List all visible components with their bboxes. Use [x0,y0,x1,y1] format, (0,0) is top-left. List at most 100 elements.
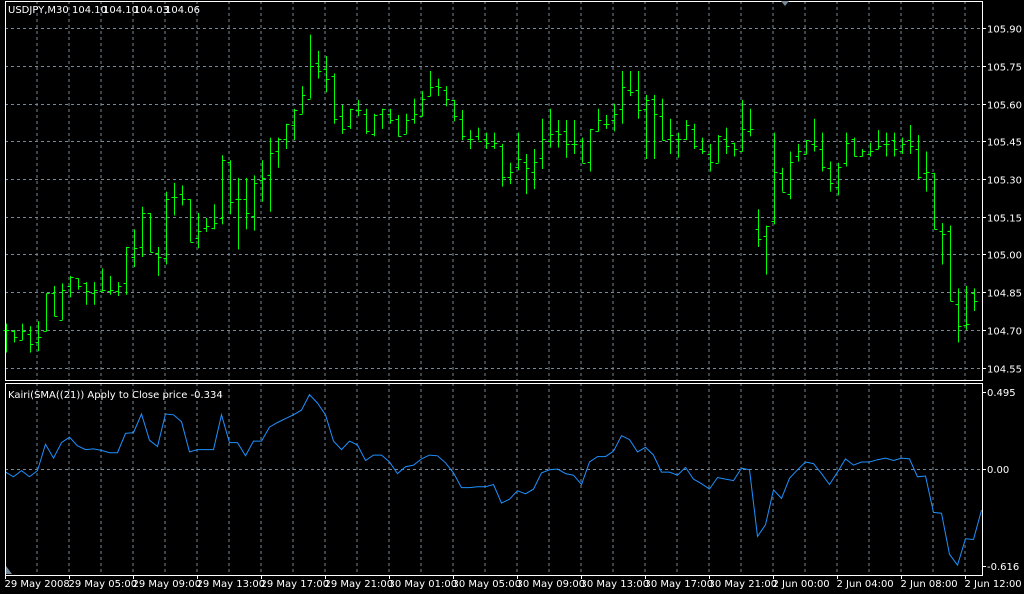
ohlc-bar [731,142,738,157]
chart-header-low: 104.03 [134,5,169,16]
time-label: 29 May 09:00 [133,579,202,590]
ohlc-bar [859,148,866,157]
time-label: 30 May 17:00 [645,579,714,590]
ohlc-bar [483,132,490,149]
ohlc-bar [587,128,594,172]
ohlc-bar [219,155,226,225]
pane-corner-marker-icon [6,566,12,574]
ohlc-bar [763,225,770,275]
ohlc-bar [51,285,58,317]
ohlc-bar [339,104,346,134]
ohlc-bar [11,329,18,343]
ohlc-bar [931,172,938,230]
ohlc-bar [99,268,106,292]
time-label: 29 May 05:00 [69,579,138,590]
ohlc-bar [475,127,482,142]
ohlc-bar [243,177,250,230]
ohlc-bar [635,71,642,119]
ohlc-bar [739,99,746,152]
ohlc-bar [571,120,578,154]
pane-frames [5,1,983,576]
chart-window[interactable]: 105.90 105.75 105.60 105.45 105.30 105.15 105.… [0,0,1024,594]
ohlc-bar [235,177,242,250]
ohlc-bar [419,91,426,117]
ohlc-bar [811,118,818,152]
price-label: 105.15 [987,214,1022,225]
ohlc-bar [787,151,794,200]
ohlc-bar [595,108,602,132]
ohlc-bar [211,204,218,230]
time-label: 29 May 13:00 [197,579,266,590]
ohlc-bar [851,137,858,157]
ohlc-bar [515,132,522,171]
ohlc-bar [971,288,978,312]
ohlc-bar [403,113,410,135]
ohlc-bar [499,143,506,187]
ohlc-bar [875,130,882,150]
ohlc-bar [627,71,634,97]
ohlc-bar [899,137,906,154]
ohlc-bar [227,160,234,215]
ohlc-bar [67,275,74,298]
price-label: 104.55 [987,365,1022,376]
ohlc-bar [371,113,378,137]
price-label: 105.00 [987,251,1022,262]
ohlc-bar [171,182,178,216]
chart-header-symbol: USDJPY,M30 [8,5,69,16]
ohlc-bar [27,326,34,353]
ohlc-bar [603,115,610,129]
ohlc-bar [523,153,530,195]
chart-header-high: 104.10 [103,5,138,16]
time-label: 30 May 13:00 [581,579,650,590]
ohlc-bar [955,288,962,343]
ohlc-bar [691,123,698,149]
ohlc-bar [283,123,290,149]
time-label: 30 May 01:00 [389,579,458,590]
ohlc-bar [347,108,354,129]
ohlc-bar [139,206,146,258]
ohlc-bar [915,135,922,180]
grid [5,1,982,575]
time-label: 29 May 2008 [5,579,70,590]
ohlc-bar [35,321,42,352]
ohlc-bar [699,137,706,154]
ohlc-bar [115,282,122,296]
main-pane-frame [5,1,983,381]
ohlc-bar [619,71,626,124]
ohlc-bar [179,185,186,206]
ohlc-bar [355,99,362,117]
ohlc-bar [251,175,258,231]
ohlc-bar [755,209,762,247]
ohlc-bar [563,120,570,158]
chart-header-close: 104.06 [165,5,200,16]
ohlc-bar [411,98,418,124]
ohlc-bar [315,50,322,79]
price-label: 104.85 [987,289,1022,300]
ohlc-bar [963,285,970,330]
ohlc-bar [275,137,282,168]
ohlc-bar [387,108,394,124]
ohlc-bar [947,225,954,302]
ohlc-bar [203,218,210,232]
ohlc-bar [323,55,330,93]
time-label: 29 May 21:00 [325,579,394,590]
price-label: 105.45 [987,138,1022,149]
ohlc-bar [427,71,434,97]
time-label: 29 May 17:00 [261,579,330,590]
ohlc-bar [59,283,66,321]
ohlc-bar [163,191,170,265]
ohlc-bar [451,99,458,122]
price-label: 104.70 [987,327,1022,338]
chart-shift-marker-icon[interactable] [781,1,789,6]
ohlc-bar [267,137,274,212]
ohlc-bar [907,125,914,154]
time-label: 2 Jun 08:00 [901,579,958,590]
ohlc-bar [867,142,874,157]
ohlc-bar [579,137,586,164]
ohlc-bar [667,118,674,154]
indicator-axis-label: 0.495 [987,388,1016,399]
price-label: 105.30 [987,176,1022,187]
ohlc-bar [331,73,338,124]
ohlc-bar [715,135,722,164]
ohlc-bar [939,223,946,265]
